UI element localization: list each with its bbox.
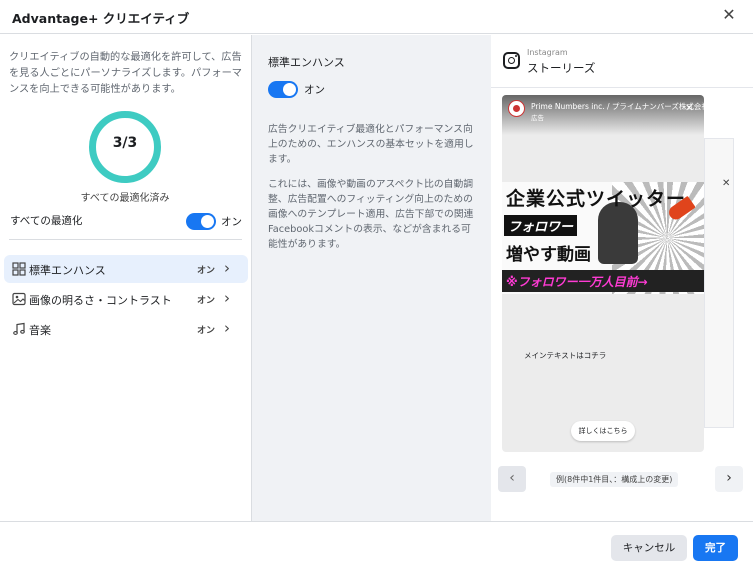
all-optimizations-label: すべての最適化 [10,215,83,227]
standard-enhance-toggle[interactable] [268,81,298,98]
optimization-description: クリエイティブの自動的な最適化を許可して、広告を見る人ごとにパーソナライズします… [9,52,242,95]
platform-label: Instagram [527,48,568,57]
option-state: オン [197,296,216,306]
instagram-icon [503,52,520,69]
creative-banner: ※フォロワー一万人目前→ [502,270,704,292]
advantage-creative-dialog: Advantage+ クリエイティブ ✕ クリエイティブの自動的な最適化を許可し… [0,0,753,563]
preview-panel: Instagram ストーリーズ ✕ Prime Numbers inc. / … [491,35,753,521]
grid-icon [12,262,26,276]
option-label: 標準エンハンス [29,264,106,277]
option-label: 音楽 [29,324,51,337]
standard-enhance-state: オン [304,84,325,96]
image-icon [12,292,26,306]
detail-heading: 標準エンハンス [268,56,345,69]
detail-panel: 標準エンハンス オン 広告クリエイティブ最適化とパフォーマンス向上のための、エン… [252,35,491,521]
chevron-right-icon: › [224,259,230,277]
person-figure [598,202,638,264]
story-preview: Prime Numbers inc. / プライムナンバーズ株式会社 広告 ✕ … [502,95,704,452]
advertiser-avatar [508,100,525,117]
close-icon: ✕ [685,103,694,114]
close-icon: ✕ [722,178,731,189]
progress-value: 3/3 [112,135,138,151]
divider [9,239,242,240]
sponsored-label: 広告 [531,114,544,122]
placement-label: ストーリーズ [527,61,596,75]
dialog-title: Advantage+ クリエイティブ [12,11,190,26]
dialog-footer: キャンセル 完了 [0,521,753,563]
detail-paragraph-1: 広告クリエイティブ最適化とパフォーマンス向上のための、エンハンスの基本セットを適… [268,124,474,165]
next-button[interactable]: › [715,466,743,492]
advertiser-name: Prime Numbers inc. / プライムナンバーズ株式会社 [531,102,704,111]
option-state: オン [197,326,216,336]
pager-label: 例(8件中1件目、：構成上の変更) [550,472,679,487]
creative-text-1: 企業公式ツイッター [506,188,687,210]
dialog-header: Advantage+ クリエイティブ ✕ [0,0,753,34]
primary-text: メインテキストはコチラ [524,351,607,360]
option-label: 画像の明るさ・コントラスト [29,294,172,307]
divider [491,87,753,88]
creative-text-2: フォロワー [504,215,578,236]
progress-caption: すべての最適化済み [80,193,170,204]
creative-text-4: ※フォロワー一万人目前→ [506,275,648,289]
previous-button[interactable]: ‹ [498,466,526,492]
left-panel: クリエイティブの自動的な最適化を許可して、広告を見る人ごとにパーソナライズします… [0,35,252,521]
creative-image: 企業公式ツイッター フォロワー 増やす動画 ※フォロワー一万人目前→ [502,182,704,294]
chevron-right-icon: › [224,289,230,307]
creative-text-3: 増やす動画 [506,245,591,265]
cta-button: 詳しくはこちら [571,421,635,441]
chevron-right-icon: › [224,319,230,337]
option-image-brightness[interactable]: 画像の明るさ・コントラスト オン › [4,285,248,313]
close-icon[interactable]: ✕ [720,6,738,24]
music-note-icon [13,322,25,335]
cancel-button[interactable]: キャンセル [611,535,687,561]
option-music[interactable]: 音楽 オン › [4,315,248,343]
all-optimizations-toggle[interactable] [186,213,216,230]
done-button[interactable]: 完了 [693,535,738,561]
option-state: オン [197,266,216,276]
option-standard-enhance[interactable]: 標準エンハンス オン › [4,255,248,283]
all-optimizations-state: オン [221,216,242,228]
detail-paragraph-2: これには、画像や動画のアスペクト比の自動調整、広告配置へのフィッティング向上のた… [268,179,474,250]
